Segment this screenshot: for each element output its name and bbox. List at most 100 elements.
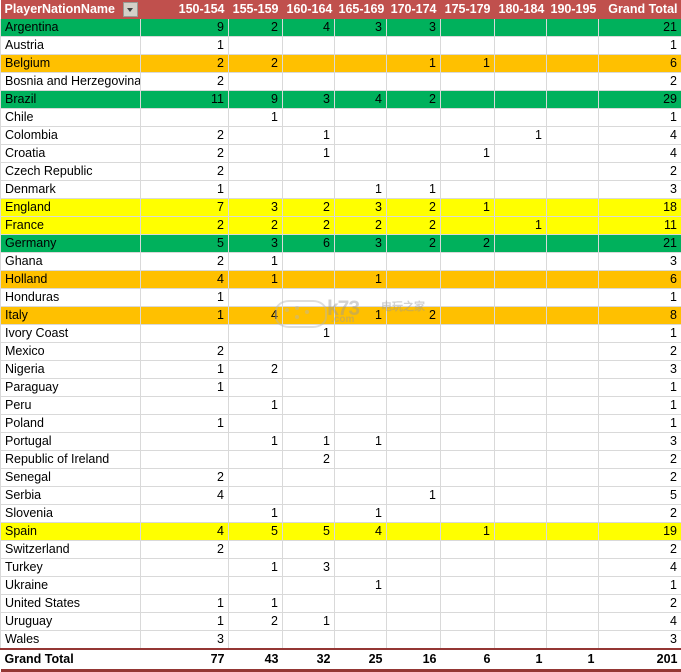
- column-header-175-179[interactable]: 175-179: [441, 0, 495, 19]
- cell-180-184: 1: [495, 217, 547, 235]
- cell-150-154: 1: [141, 595, 229, 613]
- row-label[interactable]: Spain: [1, 523, 141, 541]
- cell-160-164: [283, 289, 335, 307]
- cell-180-184: [495, 415, 547, 433]
- row-label[interactable]: Colombia: [1, 127, 141, 145]
- cell-175-179: [441, 217, 495, 235]
- cell-grand-total: 1: [599, 379, 681, 397]
- row-label[interactable]: Ukraine: [1, 577, 141, 595]
- table-row: Colombia2114: [1, 127, 681, 145]
- column-header-160-164[interactable]: 160-164: [283, 0, 335, 19]
- cell-190-195: [547, 577, 599, 595]
- cell-170-174: 2: [387, 235, 441, 253]
- cell-180-184: [495, 307, 547, 325]
- row-label[interactable]: Brazil: [1, 91, 141, 109]
- row-label[interactable]: Mexico: [1, 343, 141, 361]
- column-header-165-169[interactable]: 165-169: [335, 0, 387, 19]
- row-label[interactable]: Serbia: [1, 487, 141, 505]
- cell-190-195: [547, 361, 599, 379]
- cell-155-159: 2: [229, 361, 283, 379]
- cell-170-174: [387, 595, 441, 613]
- cell-190-195: [547, 19, 599, 37]
- row-label[interactable]: Italy: [1, 307, 141, 325]
- row-label[interactable]: Ivory Coast: [1, 325, 141, 343]
- row-label[interactable]: Senegal: [1, 469, 141, 487]
- cell-155-159: 2: [229, 19, 283, 37]
- cell-165-169: 1: [335, 433, 387, 451]
- row-label[interactable]: Denmark: [1, 181, 141, 199]
- column-header-190-195[interactable]: 190-195: [547, 0, 599, 19]
- cell-180-184: [495, 631, 547, 650]
- row-label[interactable]: United States: [1, 595, 141, 613]
- cell-180-184: [495, 541, 547, 559]
- cell-190-195: [547, 73, 599, 91]
- row-label[interactable]: Chile: [1, 109, 141, 127]
- cell-160-164: 2: [283, 217, 335, 235]
- filter-dropdown-button[interactable]: [123, 2, 138, 17]
- row-label[interactable]: Portugal: [1, 433, 141, 451]
- cell-155-159: 2: [229, 217, 283, 235]
- row-label[interactable]: Croatia: [1, 145, 141, 163]
- table-row: Ivory Coast11: [1, 325, 681, 343]
- row-label[interactable]: Wales: [1, 631, 141, 650]
- column-header-180-184[interactable]: 180-184: [495, 0, 547, 19]
- row-label[interactable]: Slovenia: [1, 505, 141, 523]
- row-label[interactable]: Holland: [1, 271, 141, 289]
- row-label[interactable]: Republic of Ireland: [1, 451, 141, 469]
- cell-180-184: [495, 505, 547, 523]
- row-label[interactable]: Poland: [1, 415, 141, 433]
- table-row: Chile11: [1, 109, 681, 127]
- cell-155-159: [229, 325, 283, 343]
- column-header-playernationname[interactable]: PlayerNationName: [1, 0, 141, 19]
- row-label[interactable]: Ghana: [1, 253, 141, 271]
- cell-165-169: [335, 469, 387, 487]
- row-label[interactable]: Peru: [1, 397, 141, 415]
- row-label[interactable]: Bosnia and Herzegovina: [1, 73, 141, 91]
- column-header-170-174[interactable]: 170-174: [387, 0, 441, 19]
- cell-165-169: [335, 397, 387, 415]
- row-label[interactable]: Paraguay: [1, 379, 141, 397]
- row-label[interactable]: Honduras: [1, 289, 141, 307]
- row-label[interactable]: Czech Republic: [1, 163, 141, 181]
- cell-170-174: [387, 73, 441, 91]
- row-label[interactable]: Argentina: [1, 19, 141, 37]
- cell-165-169: 1: [335, 505, 387, 523]
- cell-165-169: 3: [335, 199, 387, 217]
- row-label[interactable]: England: [1, 199, 141, 217]
- cell-155-159: 1: [229, 271, 283, 289]
- row-label[interactable]: Nigeria: [1, 361, 141, 379]
- cell-165-169: 1: [335, 307, 387, 325]
- cell-165-169: [335, 361, 387, 379]
- cell-150-154: [141, 451, 229, 469]
- cell-155-159: [229, 379, 283, 397]
- cell-170-174: [387, 613, 441, 631]
- cell-165-169: [335, 631, 387, 650]
- cell-170-174: [387, 37, 441, 55]
- cell-grand-total: 8: [599, 307, 681, 325]
- cell-160-164: [283, 577, 335, 595]
- cell-175-179: [441, 163, 495, 181]
- row-label[interactable]: France: [1, 217, 141, 235]
- table-row: Germany53632221: [1, 235, 681, 253]
- cell-160-164: [283, 271, 335, 289]
- column-header-grand-total[interactable]: Grand Total: [599, 0, 681, 19]
- cell-150-154: 1: [141, 181, 229, 199]
- row-label[interactable]: Switzerland: [1, 541, 141, 559]
- row-label[interactable]: Austria: [1, 37, 141, 55]
- cell-180-184: [495, 379, 547, 397]
- cell-170-174: [387, 451, 441, 469]
- cell-150-154: 2: [141, 253, 229, 271]
- row-label[interactable]: Uruguay: [1, 613, 141, 631]
- cell-160-164: [283, 37, 335, 55]
- cell-180-184: [495, 271, 547, 289]
- cell-165-169: 1: [335, 271, 387, 289]
- row-label[interactable]: Germany: [1, 235, 141, 253]
- cell-grand-total: 2: [599, 541, 681, 559]
- row-label[interactable]: Belgium: [1, 55, 141, 73]
- row-label[interactable]: Turkey: [1, 559, 141, 577]
- cell-180-184: [495, 397, 547, 415]
- cell-160-164: [283, 541, 335, 559]
- cell-190-195: [547, 631, 599, 650]
- column-header-155-159[interactable]: 155-159: [229, 0, 283, 19]
- column-header-150-154[interactable]: 150-154: [141, 0, 229, 19]
